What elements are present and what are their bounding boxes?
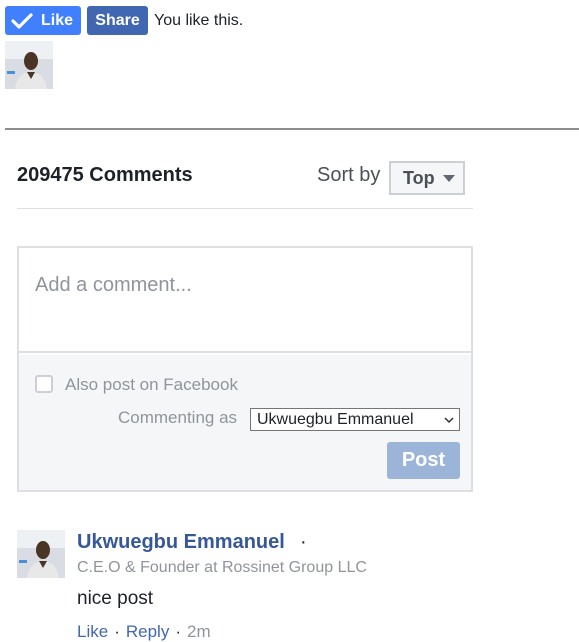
like-button[interactable]: Like	[5, 6, 81, 35]
sort-dropdown[interactable]: Top	[389, 161, 465, 195]
comment-reply-link[interactable]: Reply	[126, 622, 169, 641]
share-button-label: Share	[95, 11, 140, 29]
commenting-as-select[interactable]: Ukwuegbu Emmanuel	[250, 408, 460, 431]
caret-down-icon	[442, 174, 455, 182]
comment-author-title: C.E.O & Founder at Rossinet Group LLC	[77, 559, 367, 576]
checkmark-icon	[11, 12, 33, 29]
sort-by-label: Sort by	[317, 164, 381, 186]
commenting-as-value: Ukwuegbu Emmanuel	[257, 410, 414, 428]
post-button[interactable]: Post	[387, 442, 460, 479]
comment-actions: Like · Reply · 2m	[77, 622, 211, 642]
post-button-label: Post	[401, 449, 446, 471]
comments-count: 209475 Comments	[17, 164, 193, 186]
like-share-bar: Like Share You like this.	[5, 6, 243, 35]
comment-text: nice post	[77, 588, 154, 609]
share-button[interactable]: Share	[87, 6, 148, 35]
chevron-down-icon	[444, 417, 454, 424]
commenting-as-label: Commenting as	[118, 408, 238, 427]
sort-value: Top	[403, 167, 435, 188]
comment-placeholder: Add a comment...	[35, 274, 192, 296]
comment-timestamp[interactable]: 2m	[187, 622, 211, 641]
comments-header: 209475 Comments Sort by Top	[17, 160, 473, 209]
like-status-text: You like this.	[154, 11, 244, 29]
comment-composer: Add a comment... Also post on Facebook C…	[17, 246, 473, 492]
comment-author-name[interactable]: Ukwuegbu Emmanuel	[77, 531, 285, 554]
action-separator: ·	[175, 622, 181, 641]
divider	[5, 128, 579, 130]
comment-author-avatar[interactable]	[17, 530, 65, 578]
like-button-label: Like	[41, 11, 74, 29]
also-post-label: Also post on Facebook	[65, 375, 238, 394]
author-separator: ·	[300, 531, 307, 553]
comment-input[interactable]: Add a comment...	[19, 248, 471, 353]
action-separator: ·	[114, 622, 120, 641]
also-post-checkbox[interactable]	[35, 375, 53, 393]
comment-like-link[interactable]: Like	[77, 622, 108, 641]
user-avatar[interactable]	[5, 41, 53, 89]
composer-footer: Also post on Facebook Commenting as Ukwu…	[19, 355, 471, 490]
